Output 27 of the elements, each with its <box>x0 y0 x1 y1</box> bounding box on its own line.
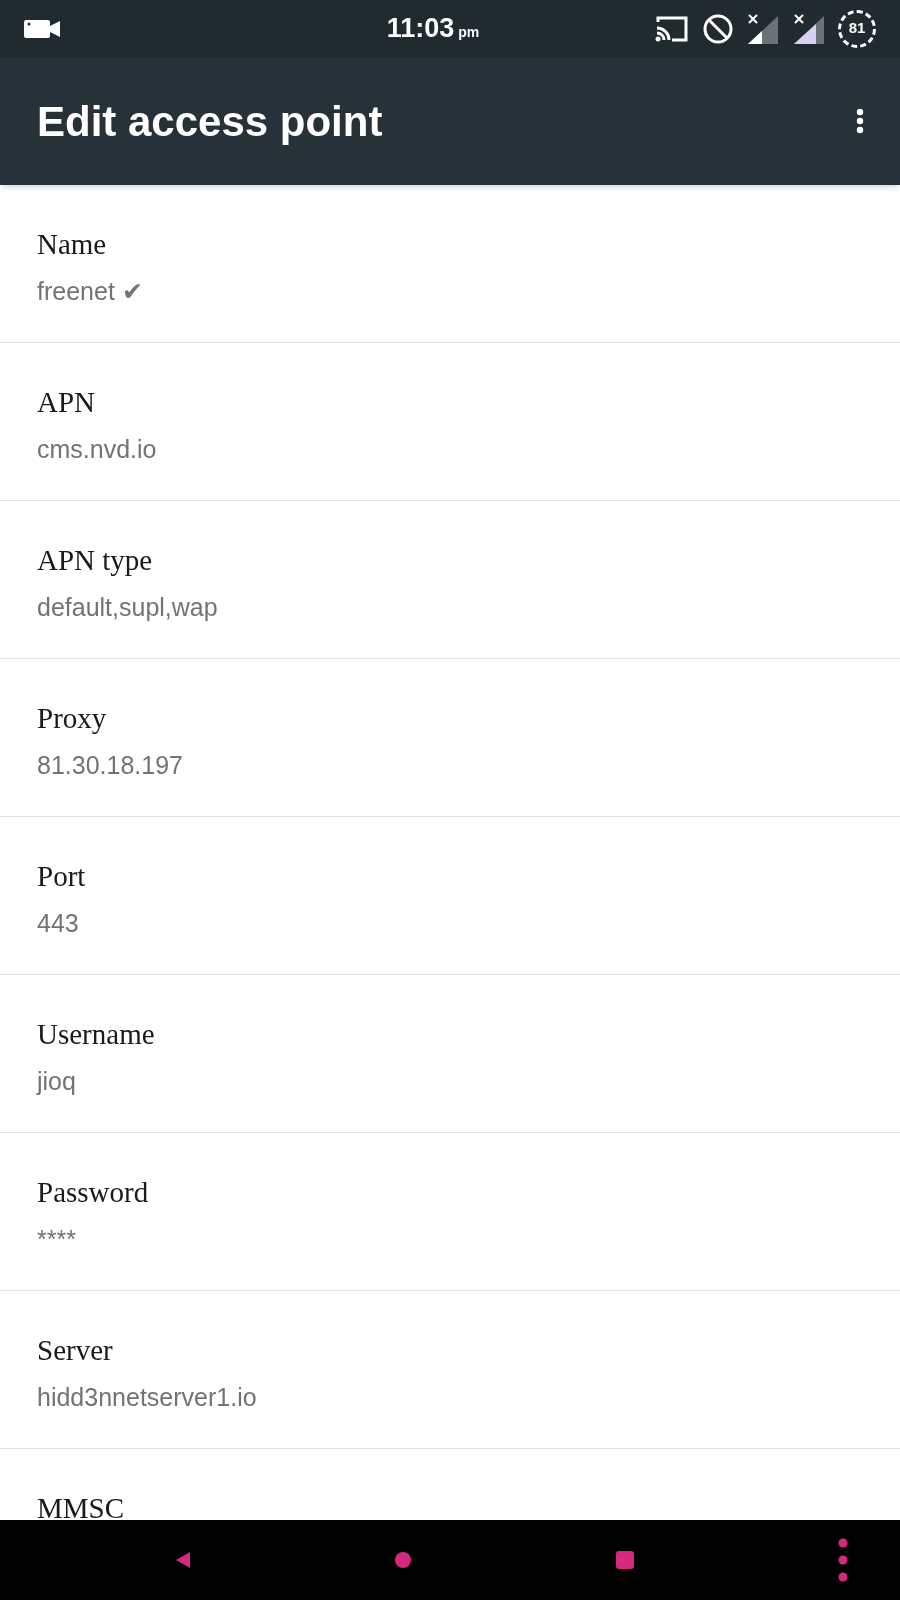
setting-title[interactable]: MMSC <box>37 1487 125 1520</box>
setting-value: default,supl,wap <box>37 591 218 623</box>
setting-value: 81.30.18.197 <box>37 749 183 781</box>
setting-title[interactable]: Username <box>37 1013 155 1057</box>
setting-title[interactable]: APN <box>37 381 95 425</box>
blocked-icon <box>702 12 734 45</box>
setting-value: 443 <box>37 907 79 939</box>
battery-indicator: 81 <box>838 9 876 48</box>
setting-value: **** <box>37 1223 76 1255</box>
clock-period: pm <box>458 23 480 43</box>
clock-time: 11:03 <box>386 12 455 46</box>
signal-icon <box>792 11 826 46</box>
setting-value: freenet ✔ <box>37 275 143 307</box>
setting-value: jioq <box>37 1065 76 1097</box>
setting-title[interactable]: Password <box>37 1171 149 1215</box>
setting-title[interactable]: APN type <box>37 539 153 583</box>
app-bar-title: Edit access point <box>37 96 383 147</box>
signal-icon <box>746 11 780 46</box>
setting-title[interactable]: Name <box>37 223 107 267</box>
setting-value: cms.nvd.io <box>37 433 157 465</box>
back-icon[interactable] <box>176 1552 190 1568</box>
overflow-menu-icon[interactable] <box>856 108 864 134</box>
home-icon[interactable] <box>394 1551 412 1569</box>
setting-title[interactable]: Proxy <box>37 697 107 741</box>
setting-value: hidd3nnetserver1.io <box>37 1381 257 1413</box>
setting-title[interactable]: Server <box>37 1329 113 1373</box>
setting-title[interactable]: Port <box>37 855 86 899</box>
